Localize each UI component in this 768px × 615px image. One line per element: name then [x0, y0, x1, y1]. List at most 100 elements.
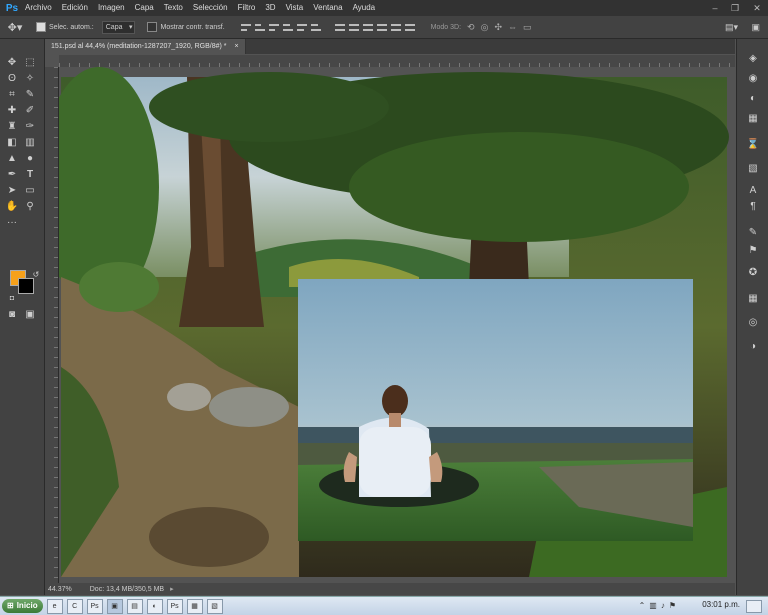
menu-texto[interactable]: Texto — [159, 0, 188, 16]
maximize-icon[interactable]: ❐ — [726, 0, 744, 16]
vertical-ruler — [45, 67, 59, 583]
eraser-icon[interactable]: ◧ — [4, 135, 20, 149]
scale-3d-icon[interactable]: ▭ — [523, 22, 532, 33]
path-selection-icon[interactable]: ➤ — [4, 183, 20, 197]
swatches-icon[interactable]: ▦ — [745, 111, 761, 125]
windows-logo-icon: ⊞ — [7, 601, 14, 610]
zoom-level[interactable]: 44.37% — [48, 586, 72, 593]
move-icon[interactable]: ✥ — [4, 55, 20, 69]
menu-filtro[interactable]: Filtro — [233, 0, 261, 16]
distribute-bottom-icon[interactable] — [362, 22, 373, 32]
menu-imagen[interactable]: Imagen — [93, 0, 130, 16]
dodge-icon[interactable]: ● — [22, 151, 38, 165]
distribute-hcenter-icon[interactable] — [390, 22, 401, 32]
slide-3d-icon[interactable]: ⇔ — [508, 22, 517, 33]
clone-stamp-icon[interactable]: ♜ — [4, 119, 20, 133]
type-icon[interactable]: T — [22, 167, 38, 181]
lasso-icon[interactable]: ʘ — [4, 71, 20, 85]
paths-icon[interactable]: ◐ — [745, 91, 761, 105]
canvas-area[interactable] — [39, 67, 735, 583]
marquee-icon[interactable]: ⬚ — [22, 55, 38, 69]
auto-select-checkbox[interactable] — [36, 22, 46, 32]
distribute-top-icon[interactable] — [334, 22, 345, 32]
crop-icon[interactable]: ⌗ — [4, 87, 20, 101]
mode-3d-label: Modo 3D: — [430, 23, 462, 31]
align-left-icon[interactable] — [282, 22, 293, 32]
align-top-icon[interactable] — [240, 22, 251, 32]
panel-toggle-icon[interactable]: ▣ — [751, 22, 760, 33]
start-button[interactable]: ⊞ Inicio — [2, 599, 43, 613]
tray-network-icon[interactable]: ▥ — [649, 601, 657, 610]
distribute-vcenter-icon[interactable] — [348, 22, 359, 32]
menu-ventana[interactable]: Ventana — [308, 0, 347, 16]
taskbar-app-5[interactable]: ▤ — [126, 598, 143, 614]
quick-mask-icon[interactable]: ◙ — [4, 307, 20, 321]
align-right-icon[interactable] — [310, 22, 321, 32]
default-colors-icon[interactable]: ◘ — [4, 291, 20, 305]
distribute-right-icon[interactable] — [404, 22, 415, 32]
info-icon[interactable]: ◑ — [745, 339, 761, 353]
distribute-left-icon[interactable] — [376, 22, 387, 32]
tray-volume-icon[interactable]: ♪ — [661, 601, 665, 610]
taskbar-app-7[interactable]: Ps — [166, 598, 183, 614]
magic-wand-icon[interactable]: ✧ — [22, 71, 38, 85]
minimize-icon[interactable]: – — [706, 0, 724, 16]
pen-icon[interactable]: ✒ — [4, 167, 20, 181]
menu-ayuda[interactable]: Ayuda — [348, 0, 381, 16]
show-transform-checkbox[interactable] — [147, 22, 158, 32]
layers-icon[interactable]: ◈ — [745, 51, 761, 65]
canvas-image — [39, 67, 729, 577]
roll-3d-icon[interactable]: ◎ — [481, 22, 489, 33]
hand-icon[interactable]: ✋ — [4, 199, 20, 213]
align-bottom-icon[interactable] — [268, 22, 279, 32]
align-vcenter-icon[interactable] — [254, 22, 265, 32]
align-hcenter-icon[interactable] — [296, 22, 307, 32]
blur-icon[interactable]: ▲ — [4, 151, 20, 165]
menu-vista[interactable]: Vista — [281, 0, 309, 16]
history-brush-icon[interactable]: ✑ — [22, 119, 38, 133]
paragraph-icon[interactable]: ¶ — [745, 199, 761, 213]
taskbar-app-1[interactable]: e — [46, 598, 63, 614]
clone-source-icon[interactable]: ⚑ — [745, 243, 761, 257]
menu-seleccion[interactable]: Selección — [188, 0, 233, 16]
swap-colors-icon[interactable]: ↺ — [28, 267, 44, 281]
properties-icon[interactable]: ▧ — [745, 161, 761, 175]
menu-capa[interactable]: Capa — [130, 0, 159, 16]
taskbar-app-9[interactable]: ▧ — [206, 598, 223, 614]
taskbar-app-3[interactable]: Ps — [86, 598, 103, 614]
show-desktop-icon[interactable] — [746, 600, 762, 613]
taskbar-app-2[interactable]: C — [66, 598, 83, 614]
healing-brush-icon[interactable]: ✚ — [4, 103, 20, 117]
pan-3d-icon[interactable]: ✣ — [494, 22, 502, 33]
grid-icon[interactable]: ▦ — [745, 291, 761, 305]
eyedropper-icon[interactable]: ✎ — [22, 87, 38, 101]
taskbar-app-6[interactable]: ◐ — [146, 598, 163, 614]
auto-select-dropdown[interactable]: Capa — [101, 20, 136, 34]
history-icon[interactable]: ⌛ — [745, 137, 761, 151]
menu-3d[interactable]: 3D — [260, 0, 280, 16]
tray-arrow-icon[interactable]: ⌃ — [639, 601, 646, 610]
adjustments-icon[interactable]: ◎ — [745, 315, 761, 329]
styles-icon[interactable]: ✪ — [745, 265, 761, 279]
taskbar-app-8[interactable]: ▦ — [186, 598, 203, 614]
tray-flag-icon[interactable]: ⚑ — [669, 601, 676, 610]
move-tool-preset-icon[interactable]: ✥▾ — [0, 21, 30, 34]
status-arrow-icon[interactable]: ▸ — [170, 585, 174, 593]
menu-edicion[interactable]: Edición — [57, 0, 93, 16]
character-icon[interactable]: A — [745, 183, 761, 197]
screen-mode-icon[interactable]: ▣ — [22, 307, 38, 321]
brush-icon[interactable]: ✐ — [22, 103, 38, 117]
workspace-icon[interactable]: ▤▾ — [725, 22, 738, 33]
close-icon[interactable]: ✕ — [748, 0, 766, 16]
menu-archivo[interactable]: Archivo — [20, 0, 57, 16]
gradient-icon[interactable]: ▥ — [22, 135, 38, 149]
taskbar-app-4[interactable]: ▣ — [106, 598, 123, 614]
document-tab[interactable]: 151.psd al 44,4% (meditation-1287207_192… — [45, 39, 246, 54]
close-tab-icon[interactable]: × — [234, 43, 238, 50]
zoom-icon[interactable]: ⚲ — [22, 199, 38, 213]
channels-icon[interactable]: ◉ — [745, 71, 761, 85]
brush-settings-icon[interactable]: ✎ — [745, 225, 761, 239]
more-tools-icon[interactable]: ··· — [4, 215, 20, 229]
shape-icon[interactable]: ▭ — [22, 183, 38, 197]
orbit-3d-icon[interactable]: ⟲ — [467, 22, 475, 33]
